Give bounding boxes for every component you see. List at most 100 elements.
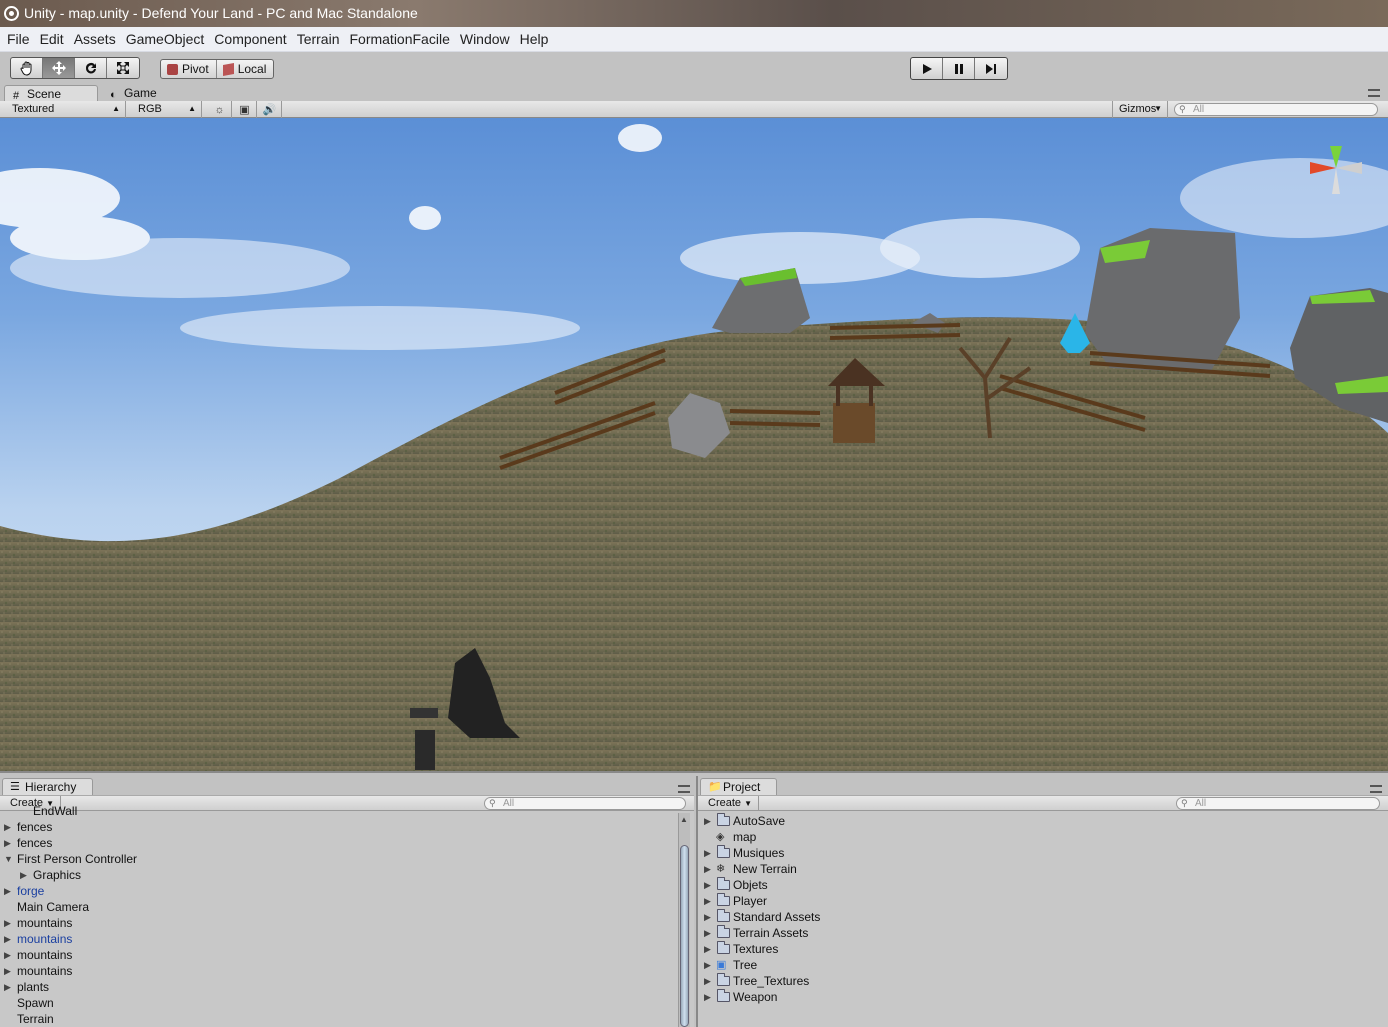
project-search-placeholder: All: [1195, 798, 1207, 809]
scene-search-input[interactable]: ⚲ All: [1174, 103, 1378, 116]
collapsed-arrow-icon[interactable]: ▶: [4, 947, 11, 963]
hierarchy-row[interactable]: ▶ mountains: [0, 947, 676, 963]
project-row[interactable]: ▶ Musiques: [698, 845, 1378, 861]
collapsed-arrow-icon[interactable]: ▶: [704, 877, 711, 893]
tab-project[interactable]: 📁 Project: [700, 778, 778, 795]
collapsed-arrow-icon[interactable]: ▶: [704, 957, 711, 973]
dropdown-arrow-icon: ▲: [188, 104, 196, 113]
project-tab-label: Project: [723, 780, 761, 794]
project-row[interactable]: ▶ ▣ Tree: [698, 957, 1378, 973]
collapsed-arrow-icon[interactable]: ▶: [704, 845, 711, 861]
project-row[interactable]: ▶ Terrain Assets: [698, 925, 1378, 941]
hierarchy-row[interactable]: ▶ fences: [0, 819, 676, 835]
project-create-button[interactable]: Create ▼: [702, 796, 760, 811]
collapsed-arrow-icon[interactable]: ▶: [704, 941, 711, 957]
collapsed-arrow-icon[interactable]: ▶: [4, 979, 11, 995]
play-button[interactable]: [911, 58, 943, 79]
hierarchy-scrollbar[interactable]: ▲: [678, 813, 690, 1027]
scale-tool-button[interactable]: [107, 58, 139, 78]
scroll-up-icon[interactable]: ▲: [680, 815, 688, 824]
collapsed-arrow-icon[interactable]: ▶: [4, 835, 11, 851]
collapsed-arrow-icon[interactable]: ▶: [4, 819, 11, 835]
menu-assets[interactable]: Assets: [69, 27, 121, 52]
project-search-input[interactable]: ⚲ All: [1176, 797, 1380, 810]
project-row[interactable]: ▶ Textures: [698, 941, 1378, 957]
project-row[interactable]: ▶ Weapon: [698, 989, 1378, 1005]
scene-viewport[interactable]: [0, 118, 1388, 773]
folder-icon: [717, 941, 730, 954]
collapsed-arrow-icon[interactable]: ▶: [20, 867, 27, 883]
menu-terrain[interactable]: Terrain: [292, 27, 345, 52]
move-tool-button[interactable]: [43, 58, 75, 78]
project-row[interactable]: ▶ Standard Assets: [698, 909, 1378, 925]
project-row[interactable]: ◈ map: [698, 829, 1378, 845]
tab-menu-icon[interactable]: [1370, 785, 1382, 793]
hierarchy-row[interactable]: ▶ mountains: [0, 963, 676, 979]
collapsed-arrow-icon[interactable]: ▶: [4, 883, 11, 899]
render-mode-dropdown[interactable]: Textured ▲: [6, 101, 126, 118]
collapsed-arrow-icon[interactable]: ▶: [704, 989, 711, 1005]
collapsed-arrow-icon[interactable]: ▶: [704, 973, 711, 989]
tab-game[interactable]: ◐ Game: [102, 85, 182, 101]
menu-edit[interactable]: Edit: [35, 27, 69, 52]
rotate-tool-button[interactable]: [75, 58, 107, 78]
hierarchy-row[interactable]: ▶ mountains: [0, 915, 676, 931]
menu-window[interactable]: Window: [455, 27, 515, 52]
pivot-button[interactable]: Pivot: [161, 60, 217, 78]
hierarchy-row[interactable]: EndWall: [0, 803, 676, 819]
collapsed-arrow-icon[interactable]: ▶: [704, 909, 711, 925]
menu-formationfacile[interactable]: FormationFacile: [344, 27, 454, 52]
local-button[interactable]: Local: [217, 60, 274, 78]
step-button[interactable]: [975, 58, 1007, 79]
menu-help[interactable]: Help: [515, 27, 554, 52]
pause-button[interactable]: [943, 58, 975, 79]
hierarchy-item-label: Graphics: [33, 868, 82, 882]
project-item-label: AutoSave: [733, 814, 786, 828]
expanded-arrow-icon[interactable]: ▼: [4, 851, 13, 867]
hierarchy-row[interactable]: ▶ forge: [0, 883, 676, 899]
hierarchy-row[interactable]: Terrain: [0, 1011, 676, 1027]
hierarchy-row[interactable]: Main Camera: [0, 899, 676, 915]
main-toolbar: Pivot Local: [0, 52, 1388, 85]
project-row[interactable]: ▶ Tree_Textures: [698, 973, 1378, 989]
collapsed-arrow-icon[interactable]: ▶: [704, 861, 711, 877]
channel-dropdown[interactable]: RGB ▲: [132, 101, 202, 118]
hierarchy-row[interactable]: Spawn: [0, 995, 676, 1011]
hierarchy-row[interactable]: ▶ mountains: [0, 931, 676, 947]
hand-tool-button[interactable]: [11, 58, 43, 78]
tab-menu-icon[interactable]: [678, 785, 690, 793]
menu-component[interactable]: Component: [209, 27, 291, 52]
project-row[interactable]: ▶ ❄ New Terrain: [698, 861, 1378, 877]
dropdown-arrow-icon: ▲: [112, 104, 120, 113]
lighting-toggle[interactable]: ☼: [208, 101, 232, 118]
project-item-label: Tree_Textures: [733, 974, 810, 988]
pause-icon: [954, 63, 963, 74]
audio-toggle[interactable]: 🔊: [258, 101, 282, 118]
hierarchy-row[interactable]: ▶ fences: [0, 835, 676, 851]
menu-gameobject[interactable]: GameObject: [121, 27, 210, 52]
scene-control-bar: Textured ▲ RGB ▲ ☼ ▣ 🔊 Gizmos ▼ ⚲ All: [0, 101, 1388, 118]
collapsed-arrow-icon[interactable]: ▶: [704, 925, 711, 941]
project-row[interactable]: ▶ Player: [698, 893, 1378, 909]
project-row[interactable]: ▶ AutoSave: [698, 813, 1378, 829]
project-row[interactable]: ▶ Objets: [698, 877, 1378, 893]
hierarchy-item-label: Main Camera: [17, 900, 90, 914]
collapsed-arrow-icon[interactable]: ▶: [4, 915, 11, 931]
tab-scene[interactable]: # Scene: [4, 85, 98, 102]
tab-scene-label: Scene: [27, 87, 62, 101]
scroll-thumb[interactable]: [680, 845, 689, 1027]
collapsed-arrow-icon[interactable]: ▶: [704, 893, 711, 909]
gizmos-dropdown[interactable]: Gizmos ▼: [1112, 101, 1168, 118]
hierarchy-row[interactable]: ▼ First Person Controller: [0, 851, 676, 867]
hierarchy-row[interactable]: ▶ Graphics: [0, 867, 676, 883]
menu-file[interactable]: File: [2, 27, 35, 52]
tab-menu-icon[interactable]: [1368, 89, 1380, 97]
collapsed-arrow-icon[interactable]: ▶: [704, 813, 711, 829]
tab-hierarchy[interactable]: ☰ Hierarchy: [2, 778, 94, 795]
skybox-toggle[interactable]: ▣: [233, 101, 257, 118]
collapsed-arrow-icon[interactable]: ▶: [4, 931, 11, 947]
project-list: ▶ AutoSave ◈ map ▶ Musiques ▶ ❄ New Terrain ▶ Obje…: [698, 811, 1388, 1027]
hierarchy-row[interactable]: ▶ plants: [0, 979, 676, 995]
hierarchy-item-label: First Person Controller: [17, 852, 138, 866]
collapsed-arrow-icon[interactable]: ▶: [4, 963, 11, 979]
